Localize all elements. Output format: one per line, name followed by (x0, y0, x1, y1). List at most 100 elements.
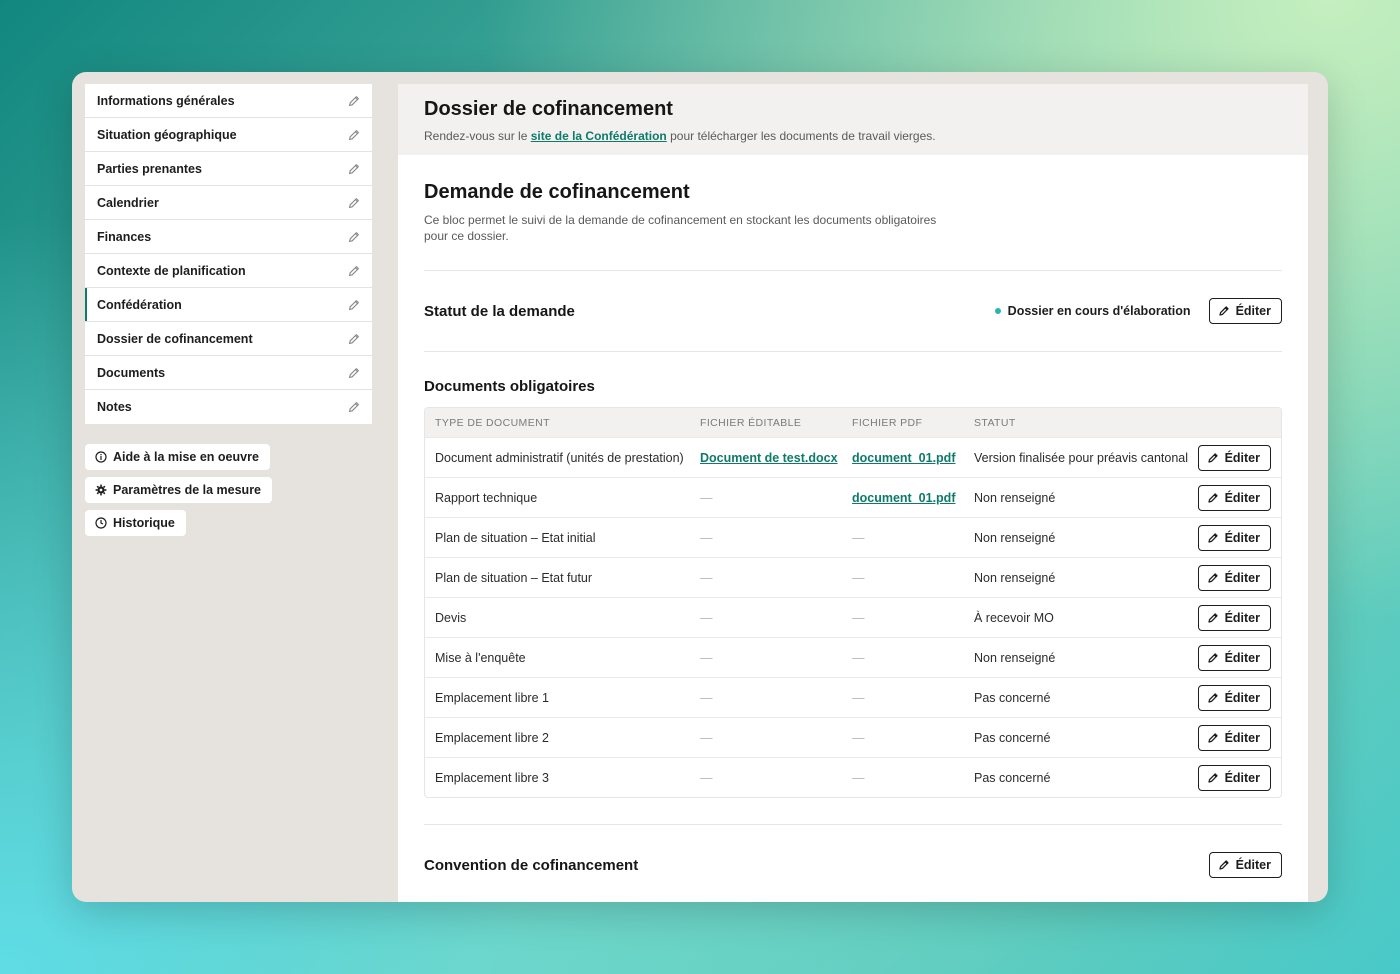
cell-type: Devis (425, 611, 700, 625)
cell-pdf-file: document_01.pdf (852, 451, 974, 465)
cell-type-text: Plan de situation – Etat futur (435, 570, 593, 585)
parametres-de-la-mesure-button[interactable]: Paramètres de la mesure (85, 477, 273, 503)
cell-actions: Éditer (1190, 564, 1281, 591)
historique-button[interactable]: Historique (85, 510, 186, 536)
cell-pdf-file: — (852, 651, 974, 665)
cell-pdf-file-text: — (852, 770, 865, 785)
sidebar-item-dossier-de-cofinancement[interactable]: Dossier de cofinancement (85, 322, 372, 356)
row-edit-button[interactable]: Éditer (1197, 684, 1271, 711)
convention-heading: Convention de cofinancement (424, 856, 639, 874)
cell-editable-file: — (700, 731, 852, 745)
cell-type: Rapport technique (425, 491, 700, 505)
sidebar-item-label: Notes (97, 400, 132, 414)
sidebar-item-situation-geographique[interactable]: Situation géographique (85, 118, 372, 152)
cell-actions: Éditer (1190, 684, 1281, 711)
cell-editable-file-text: — (700, 490, 713, 505)
table-row: Devis — — À recevoir MO Éditer (425, 597, 1281, 637)
row-edit-button[interactable]: Éditer (1197, 524, 1271, 551)
cell-actions: Éditer (1190, 444, 1281, 471)
pencil-icon[interactable] (347, 94, 361, 108)
pencil-icon[interactable] (347, 400, 361, 414)
sidebar-item-documents[interactable]: Documents (85, 356, 372, 390)
pencil-icon (1207, 732, 1219, 744)
cell-type: Plan de situation – Etat initial (425, 531, 700, 545)
pencil-icon[interactable] (347, 196, 361, 210)
row-edit-label: Éditer (1224, 450, 1260, 465)
page-subtitle: Rendez-vous sur le site de la Confédérat… (424, 129, 1282, 143)
cell-pdf-file-text[interactable]: document_01.pdf (852, 491, 956, 505)
cell-editable-file: — (700, 491, 852, 505)
pencil-icon[interactable] (347, 128, 361, 142)
cell-type-text: Devis (435, 610, 467, 625)
pencil-icon[interactable] (347, 298, 361, 312)
cell-actions: Éditer (1190, 604, 1281, 631)
row-edit-button[interactable]: Éditer (1197, 764, 1271, 791)
row-edit-button[interactable]: Éditer (1197, 604, 1271, 631)
aide-a-la-mise-en-oeuvre-button[interactable]: Aide à la mise en oeuvre (85, 444, 270, 470)
pencil-icon[interactable] (347, 332, 361, 346)
gear-icon (95, 484, 107, 496)
cell-actions: Éditer (1190, 524, 1281, 551)
sidebar-item-confederation[interactable]: Confédération (85, 288, 372, 322)
documents-table: Type de document Fichier éditable Fichie… (424, 407, 1282, 798)
table-row: Mise à l'enquête — — Non renseigné Éditer (425, 637, 1281, 677)
row-edit-button[interactable]: Éditer (1197, 724, 1271, 751)
cell-pdf-file: — (852, 731, 974, 745)
row-edit-button[interactable]: Éditer (1197, 644, 1271, 671)
cell-pdf-file-text: — (852, 530, 865, 545)
pencil-icon (1207, 772, 1219, 784)
pencil-icon[interactable] (347, 162, 361, 176)
cell-pdf-file-text: — (852, 570, 865, 585)
cell-pdf-file: — (852, 531, 974, 545)
table-header: Type de document Fichier éditable Fichie… (425, 408, 1281, 437)
sidebar-item-label: Contexte de planification (97, 263, 246, 278)
pencil-icon (1207, 652, 1219, 664)
convention-edit-button[interactable]: Éditer (1208, 852, 1282, 878)
section-description: Ce bloc permet le suivi de la demande de… (424, 213, 937, 243)
cell-pdf-file-text[interactable]: document_01.pdf (852, 451, 956, 465)
action-label: Aide à la mise en oeuvre (113, 450, 259, 464)
table-row: Document administratif (unités de presta… (425, 437, 1281, 477)
sidebar: Informations générales Situation géograph… (85, 84, 372, 536)
pencil-icon[interactable] (347, 230, 361, 244)
sidebar-item-label: Informations générales (97, 93, 235, 108)
cell-pdf-file: — (852, 691, 974, 705)
row-edit-button[interactable]: Éditer (1197, 564, 1271, 591)
pencil-icon[interactable] (347, 264, 361, 278)
row-edit-button[interactable]: Éditer (1197, 444, 1271, 471)
row-edit-label: Éditer (1224, 610, 1260, 625)
confederation-link[interactable]: site de la Confédération (531, 129, 667, 143)
app-window: Informations générales Situation géograph… (72, 72, 1328, 902)
cell-status: À recevoir MO (974, 611, 1190, 625)
pencil-icon (1207, 692, 1219, 704)
sidebar-item-informations-generales[interactable]: Informations générales (85, 84, 372, 118)
cell-type-text: Emplacement libre 1 (435, 690, 549, 705)
cell-editable-file-text: — (700, 730, 713, 745)
cell-status: Pas concerné (974, 771, 1190, 785)
sidebar-item-notes[interactable]: Notes (85, 390, 372, 424)
cell-pdf-file: document_01.pdf (852, 491, 974, 505)
sidebar-nav: Informations générales Situation géograph… (85, 84, 372, 424)
cell-actions: Éditer (1190, 484, 1281, 511)
cell-status: Non renseigné (974, 651, 1190, 665)
cell-editable-file-text[interactable]: Document de test.docx (700, 451, 838, 465)
sidebar-item-contexte-de-planification[interactable]: Contexte de planification (85, 254, 372, 288)
status-edit-button[interactable]: Éditer (1208, 298, 1282, 324)
cell-status-text: Non renseigné (974, 650, 1056, 665)
row-edit-label: Éditer (1224, 730, 1260, 745)
cell-status: Non renseigné (974, 491, 1190, 505)
cell-status-text: Pas concerné (974, 690, 1051, 705)
cell-pdf-file-text: — (852, 730, 865, 745)
sidebar-item-label: Parties prenantes (97, 161, 202, 176)
cell-status-text: À recevoir MO (974, 610, 1054, 625)
row-edit-label: Éditer (1224, 690, 1260, 705)
row-edit-button[interactable]: Éditer (1197, 484, 1271, 511)
sidebar-item-calendrier[interactable]: Calendrier (85, 186, 372, 220)
sidebar-item-finances[interactable]: Finances (85, 220, 372, 254)
row-edit-label: Éditer (1224, 570, 1260, 585)
pencil-icon[interactable] (347, 366, 361, 380)
sidebar-item-label: Documents (97, 365, 166, 380)
cell-type: Emplacement libre 1 (425, 691, 700, 705)
sidebar-item-parties-prenantes[interactable]: Parties prenantes (85, 152, 372, 186)
status-value: Dossier en cours d'élaboration (1007, 304, 1191, 318)
